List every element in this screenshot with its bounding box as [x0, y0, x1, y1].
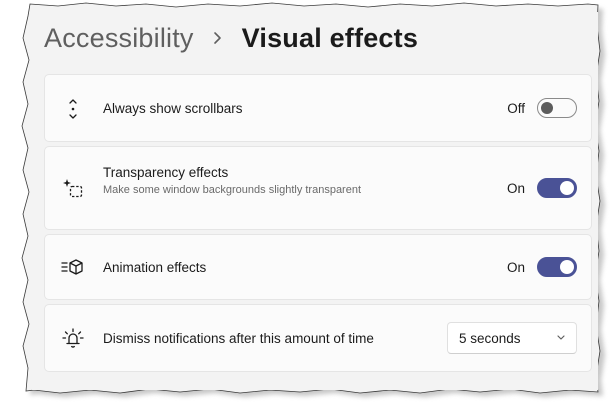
toggle-state-label: Off [507, 101, 525, 116]
setting-card-scrollbars: Always show scrollbars Off [44, 74, 592, 142]
dropdown-selected-value: 5 seconds [459, 331, 521, 346]
toggle-state-label: On [506, 181, 525, 196]
setting-title: Always show scrollbars [103, 101, 243, 116]
notification-duration-dropdown[interactable]: 5 seconds [447, 322, 577, 354]
page-title: Visual effects [241, 22, 419, 53]
transparency-toggle[interactable] [537, 178, 577, 198]
chevron-right-icon [213, 32, 221, 44]
chevron-down-icon [557, 335, 565, 340]
setting-description: Make some window backgrounds slightly tr… [103, 184, 362, 196]
toggle-knob [560, 260, 574, 274]
setting-card-notifications: Dismiss notifications after this amount … [44, 304, 592, 372]
transparency-sparkle-icon [63, 179, 83, 198]
toggle-knob [541, 102, 553, 114]
setting-card-transparency: Transparency effects Make some window ba… [44, 146, 592, 230]
animation-toggle[interactable] [537, 257, 577, 277]
scrollbars-toggle[interactable] [537, 98, 577, 118]
toggle-knob [560, 181, 574, 195]
toggle-state-label: On [506, 260, 525, 275]
notification-bell-icon [62, 328, 84, 348]
breadcrumb: Accessibility Visual effects [44, 20, 418, 56]
animation-cube-icon [61, 259, 83, 275]
setting-title: Animation effects [103, 260, 207, 275]
breadcrumb-accessibility-link[interactable]: Accessibility [44, 23, 194, 54]
visual-effects-page: Accessibility Visual effects Always show… [32, 12, 598, 390]
setting-title: Dismiss notifications after this amount … [103, 331, 374, 346]
scrollbar-arrows-icon [69, 99, 77, 119]
setting-title: Transparency effects [103, 165, 229, 180]
setting-card-animation: Animation effects On [44, 234, 592, 300]
